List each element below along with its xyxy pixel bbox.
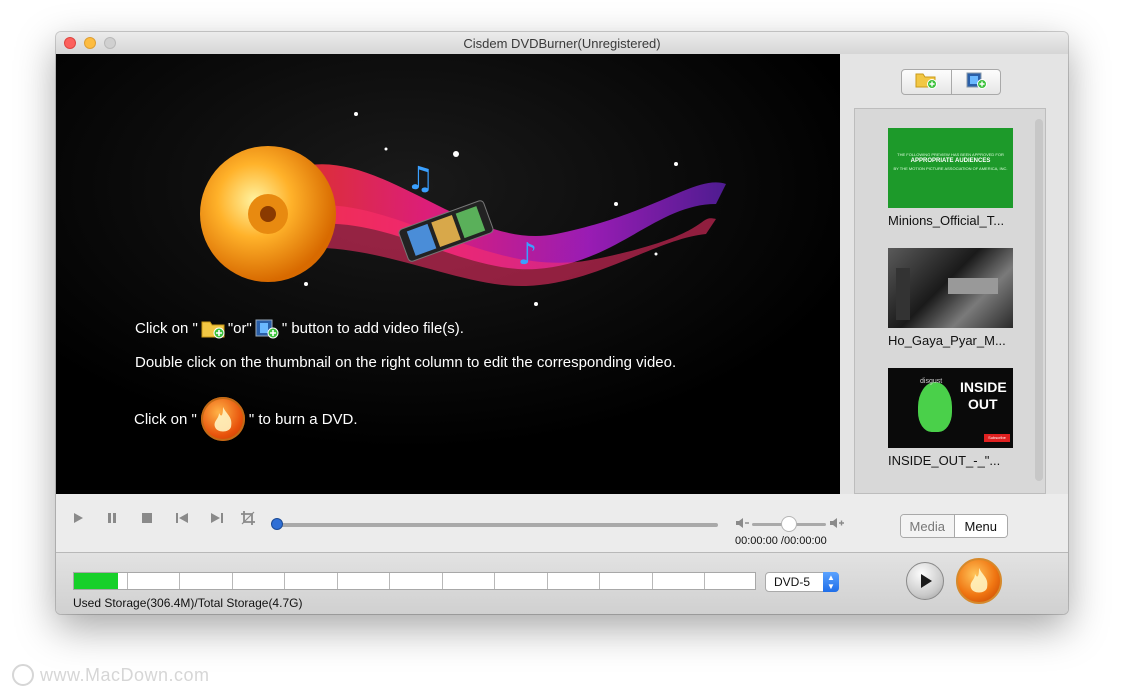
thumbnail-image: THE FOLLOWING PREVIEW HAS BEEN APPROVED … <box>888 128 1013 208</box>
flame-icon <box>200 397 245 441</box>
storage-meter-divider <box>284 573 285 589</box>
chevron-updown-icon: ▲ ▼ <box>823 572 839 592</box>
folder-add-icon <box>200 317 226 339</box>
storage-meter-divider <box>599 573 600 589</box>
add-media-segmented-control <box>901 69 1001 95</box>
volume-down-icon[interactable] <box>734 515 750 531</box>
thumbnail-item[interactable]: Ho_Gaya_Pyar_M... <box>888 248 1013 348</box>
thumbnail-overlay-line: BY THE MOTION PICTURE ASSOCIATION OF AME… <box>893 166 1008 171</box>
add-folder-button[interactable] <box>902 70 951 94</box>
media-sidebar: THE FOLLOWING PREVIEW HAS BEEN APPROVED … <box>840 54 1068 494</box>
disc-type-select[interactable]: DVD-5 ▲ ▼ <box>765 572 839 592</box>
thumbnail-overlay-line: disgust <box>920 378 943 385</box>
flame-icon <box>970 568 988 593</box>
burn-button[interactable] <box>956 558 1002 604</box>
play-icon[interactable] <box>70 510 86 526</box>
time-total: /00:00:00 <box>780 535 827 547</box>
thumbnail-item[interactable]: THE FOLLOWING PREVIEW HAS BEEN APPROVED … <box>888 128 1013 228</box>
film-add-icon <box>254 317 280 339</box>
storage-meter-divider <box>127 573 128 589</box>
storage-meter <box>73 572 756 590</box>
thumbnail-overlay-line: APPROPRIATE AUDIENCES <box>910 158 991 164</box>
storage-meter-divider <box>494 573 495 589</box>
svg-text:♫: ♫ <box>406 159 435 197</box>
disc-type-value: DVD-5 <box>774 575 811 589</box>
folder-add-icon <box>914 71 938 94</box>
instruction-text: " button to add video file(s). <box>281 319 464 337</box>
seek-bar[interactable] <box>274 523 718 527</box>
storage-meter-divider <box>232 573 233 589</box>
add-video-button[interactable] <box>950 70 1001 94</box>
menu-tab[interactable]: Menu <box>954 515 1007 537</box>
film-add-icon <box>964 71 988 94</box>
media-tab[interactable]: Media <box>901 515 955 537</box>
instruction-edit: Double click on the thumbnail on the rig… <box>135 354 677 371</box>
storage-meter-divider <box>547 573 548 589</box>
thumbnail-list[interactable]: THE FOLLOWING PREVIEW HAS BEEN APPROVED … <box>854 108 1046 494</box>
storage-meter-divider <box>704 573 705 589</box>
volume-handle[interactable] <box>781 516 797 532</box>
watermark-text: www.MacDown.com <box>40 664 210 685</box>
thumbnail-overlay-line: THE FOLLOWING PREVIEW HAS BEEN APPROVED … <box>897 152 1004 157</box>
thumbnail-scrollbar[interactable] <box>1035 119 1043 481</box>
bottom-bar: Used Storage(306.4M)/Total Storage(4.7G)… <box>56 552 1068 614</box>
storage-label: Used Storage(306.4M)/Total Storage(4.7G) <box>73 596 303 610</box>
macdown-logo-icon <box>12 664 34 686</box>
time-current: 00:00:00 <box>735 535 778 547</box>
crop-icon[interactable] <box>240 510 256 526</box>
thumbnail-caption: Ho_Gaya_Pyar_M... <box>888 333 1006 348</box>
storage-meter-divider <box>442 573 443 589</box>
window-title: Cisdem DVDBurner(Unregistered) <box>463 36 661 51</box>
thumbnail-overlay-line: Subscribe <box>984 434 1010 442</box>
instruction-text: " to burn a DVD. <box>248 410 358 428</box>
storage-meter-fill <box>74 573 118 589</box>
time-readout: 00:00:00 /00:00:00 <box>735 535 827 547</box>
instruction-text: "or" <box>227 319 252 337</box>
storage-meter-divider <box>389 573 390 589</box>
instruction-text: Click on " <box>134 410 197 428</box>
app-window: Cisdem DVDBurner(Unregistered) ♫ ♪ Click… <box>56 32 1068 614</box>
volume-up-icon[interactable] <box>829 515 845 531</box>
thumbnail-image <box>888 248 1013 328</box>
storage-meter-divider <box>337 573 338 589</box>
preview-play-button[interactable] <box>906 562 944 600</box>
thumbnail-caption: Minions_Official_T... <box>888 213 1005 228</box>
thumbnail-image: disgust INSIDE OUT Subscribe <box>888 368 1013 448</box>
stop-icon[interactable] <box>139 510 155 526</box>
thumbnail-caption: INSIDE_OUT_-_"... <box>888 453 1001 468</box>
video-preview[interactable]: ♫ ♪ Click on " "or" " button to add vide… <box>56 54 840 494</box>
previous-icon[interactable] <box>174 510 190 526</box>
title-bar: Cisdem DVDBurner(Unregistered) <box>56 32 1068 55</box>
instruction-add-files: Click on " "or" " button to add video fi… <box>135 317 464 339</box>
watermark: www.MacDown.com <box>12 664 210 686</box>
next-icon[interactable] <box>209 510 225 526</box>
instruction-burn: Click on " " to burn a DVD. <box>134 397 358 441</box>
media-menu-toggle: Media Menu <box>900 514 1008 538</box>
thumbnail-overlay-line: INSIDE <box>960 379 1007 395</box>
playback-controls: 00:00:00 /00:00:00 <box>56 494 844 552</box>
storage-meter-divider <box>179 573 180 589</box>
pause-icon[interactable] <box>104 510 120 526</box>
storage-meter-divider <box>652 573 653 589</box>
thumbnail-overlay-line: OUT <box>968 396 998 412</box>
thumbnail-item[interactable]: disgust INSIDE OUT Subscribe INSIDE_OUT_… <box>888 368 1013 468</box>
seek-handle[interactable] <box>271 518 283 530</box>
svg-text:♪: ♪ <box>518 237 537 272</box>
instruction-text: Click on " <box>135 319 198 337</box>
